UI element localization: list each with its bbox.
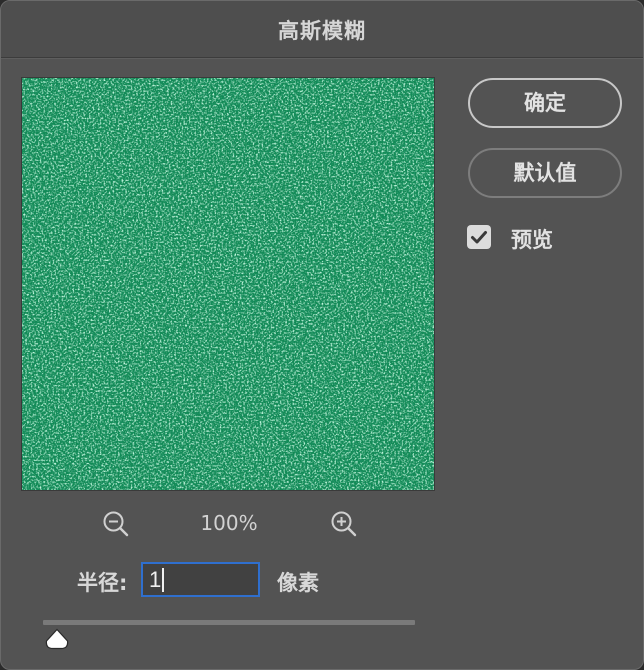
preview-checkbox-label: 预览 (511, 228, 553, 252)
zoom-out-icon (103, 511, 129, 537)
ok-button[interactable]: 确定 (468, 78, 622, 128)
title-bar[interactable]: 高斯模糊 (1, 1, 643, 58)
radius-input[interactable]: 1 (141, 562, 260, 597)
dialog-title: 高斯模糊 (278, 19, 366, 43)
defaults-button[interactable]: 默认值 (468, 148, 622, 198)
zoom-level: 100% (200, 511, 258, 535)
zoom-in-icon (331, 511, 357, 537)
checkmark-icon (471, 231, 487, 244)
slider-thumb-icon (45, 628, 69, 650)
radius-slider-track[interactable] (43, 620, 415, 625)
text-cursor (162, 567, 165, 592)
radius-label: 半径: (77, 571, 128, 595)
zoom-out-button[interactable] (101, 509, 131, 539)
gaussian-blur-dialog: 高斯模糊 100% 确定 默认值 预览 半径: 1 像素 (0, 0, 644, 670)
preview-checkbox[interactable] (467, 225, 491, 249)
radius-slider-thumb[interactable] (44, 628, 70, 650)
radius-unit-label: 像素 (277, 571, 319, 595)
noise-texture-image (22, 78, 434, 490)
zoom-in-button[interactable] (329, 509, 359, 539)
preview-canvas[interactable] (21, 77, 435, 491)
radius-value: 1 (149, 567, 162, 592)
